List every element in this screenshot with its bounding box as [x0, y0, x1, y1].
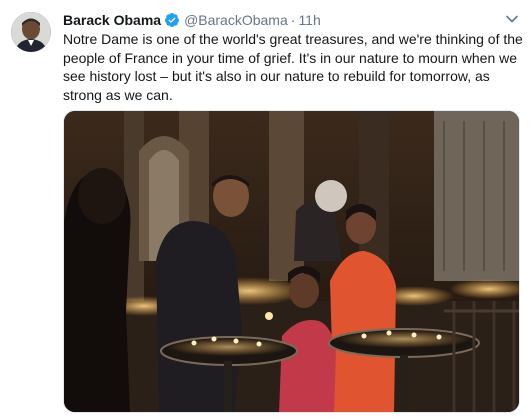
avatar[interactable]: [11, 12, 51, 52]
tweet-photo[interactable]: [63, 110, 520, 413]
author-name[interactable]: Barack Obama: [63, 11, 161, 29]
avatar-image: [11, 12, 51, 52]
tweet-card[interactable]: Barack Obama @BarackObama · 11h Notre Da…: [0, 0, 531, 418]
timestamp[interactable]: 11h: [298, 11, 320, 29]
tweet-text: Notre Dame is one of the world's great t…: [63, 31, 523, 103]
author-handle[interactable]: @BarackObama: [184, 11, 288, 29]
verified-badge-icon: [164, 12, 180, 28]
chevron-down-icon[interactable]: [505, 12, 519, 26]
tweet-header: Barack Obama @BarackObama · 11h: [63, 11, 321, 29]
photo-family-lighting-candles: [64, 111, 519, 412]
separator-dot: ·: [290, 12, 296, 28]
